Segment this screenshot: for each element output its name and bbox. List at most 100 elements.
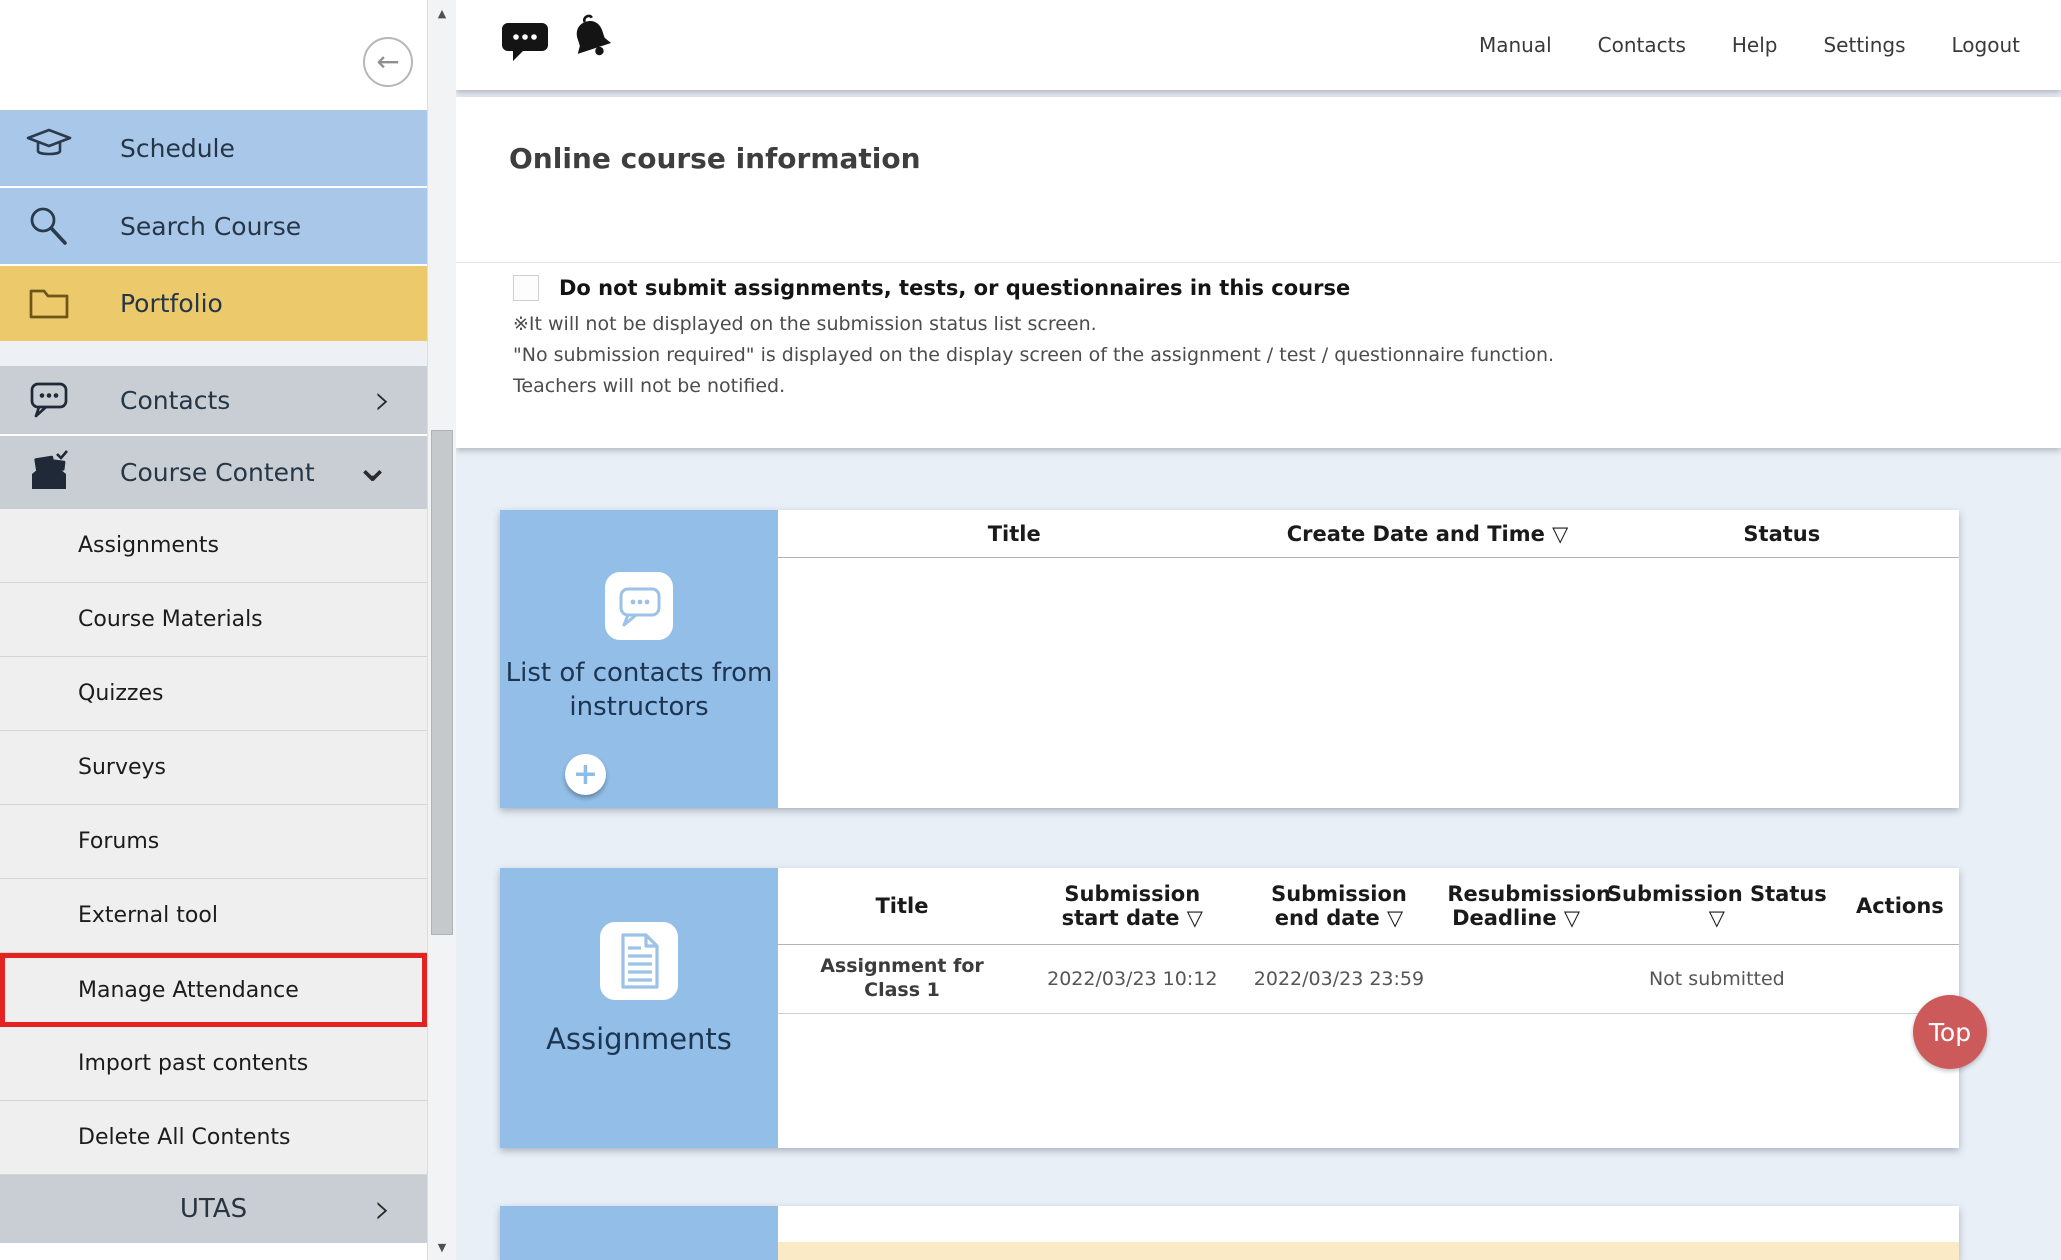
- sidebar-item-search-course[interactable]: Search Course: [0, 188, 427, 266]
- col-title: Title: [778, 894, 1026, 918]
- cell-title: Assignment for Class 1: [778, 955, 1026, 1003]
- document-icon: [600, 922, 678, 1000]
- sidebar-subitem-label: Surveys: [78, 755, 166, 780]
- divider: [456, 262, 2061, 263]
- sidebar-subitem-quizzes[interactable]: Quizzes: [0, 657, 427, 731]
- scroll-to-top-button[interactable]: Top: [1913, 995, 1987, 1069]
- col-actions: Actions: [1841, 894, 1959, 918]
- no-submit-label[interactable]: Do not submit assignments, tests, or que…: [559, 276, 1350, 300]
- scroll-up-icon[interactable]: ▲: [428, 2, 456, 24]
- sidebar-item-label: Portfolio: [120, 289, 223, 318]
- col-title: Title: [778, 522, 1250, 546]
- sidebar-subitem-assignments[interactable]: Assignments: [0, 509, 427, 583]
- contacts-card: List of contacts from instructors + Titl…: [500, 510, 1959, 808]
- sidebar-subitem-delete-all-contents[interactable]: Delete All Contents: [0, 1101, 427, 1175]
- add-contact-button[interactable]: +: [565, 754, 606, 795]
- assignments-panel-label: Assignments: [546, 1022, 732, 1056]
- no-submit-checkbox[interactable]: [513, 275, 539, 301]
- col-resubmission-sortable[interactable]: Resubmission Deadline ▽: [1439, 882, 1593, 930]
- page-title: Online course information: [509, 142, 921, 175]
- content-area: List of contacts from instructors + Titl…: [456, 448, 2061, 1260]
- contacts-table-header: Title Create Date and Time ▽ Status: [778, 510, 1959, 558]
- sidebar-subitem-label: Forums: [78, 829, 159, 854]
- assignments-table: Title Submission start date ▽ Submission…: [778, 868, 1959, 1148]
- sidebar-item-course-content[interactable]: Course Content ⌄: [0, 436, 427, 509]
- assignment-row: Assignment for Class 1 2022/03/23 10:12 …: [778, 945, 1959, 1014]
- sidebar-subitem-course-materials[interactable]: Course Materials: [0, 583, 427, 657]
- notes-block: ※It will not be displayed on the submiss…: [513, 309, 1554, 402]
- sidebar-item-portfolio[interactable]: Portfolio: [0, 266, 427, 341]
- col-create-date-sortable[interactable]: Create Date and Time ▽: [1250, 522, 1604, 546]
- sidebar-divider: [0, 341, 427, 366]
- main-area: Manual Contacts Help Settings Logout Onl…: [456, 0, 2061, 1260]
- next-section-body: [778, 1206, 1959, 1260]
- sidebar-subitem-surveys[interactable]: Surveys: [0, 731, 427, 805]
- sidebar-subitem-label: Manage Attendance: [78, 978, 299, 1003]
- notification-bell-icon[interactable]: [564, 10, 618, 66]
- nav-help[interactable]: Help: [1732, 33, 1778, 57]
- folder-icon: [24, 279, 74, 329]
- sidebar-item-contacts[interactable]: Contacts ›: [0, 366, 427, 436]
- note-line: "No submission required" is displayed on…: [513, 340, 1554, 371]
- nav-logout[interactable]: Logout: [1952, 33, 2020, 57]
- cell-end-date: 2022/03/23 23:59: [1239, 968, 1440, 990]
- sidebar-item-label: Course Content: [120, 458, 315, 487]
- contacts-panel: List of contacts from instructors +: [500, 510, 778, 808]
- sidebar-item-utas[interactable]: UTAS ›: [0, 1175, 427, 1243]
- sidebar-subitem-label: Delete All Contents: [78, 1125, 291, 1150]
- sidebar-scrollbar[interactable]: ▲ ▼: [427, 0, 456, 1260]
- col-submission-end-sortable[interactable]: Submission end date ▽: [1239, 882, 1440, 930]
- assignments-card: Assignments Title Submission start date …: [500, 868, 1959, 1148]
- messages-icon[interactable]: [500, 20, 550, 66]
- sidebar-item-label: Schedule: [120, 134, 235, 163]
- nav-settings[interactable]: Settings: [1823, 33, 1905, 57]
- chevron-right-icon: ›: [374, 1188, 391, 1230]
- assignments-table-header: Title Submission start date ▽ Submission…: [778, 868, 1959, 945]
- speech-bubble-icon: [605, 572, 673, 640]
- course-info-panel: Online course information Do not submit …: [456, 97, 2061, 448]
- cell-status: Not submitted: [1593, 968, 1841, 990]
- speech-bubble-icon: [24, 375, 74, 425]
- sidebar-subitem-external-tool[interactable]: External tool: [0, 879, 427, 953]
- graduation-cap-icon: [24, 123, 74, 173]
- top-header: Manual Contacts Help Settings Logout: [456, 0, 2061, 90]
- sidebar-item-label: Contacts: [120, 386, 230, 415]
- sidebar: ← Schedule Search Course: [0, 0, 427, 1260]
- note-line: ※It will not be displayed on the submiss…: [513, 309, 1554, 340]
- note-line: Teachers will not be notified.: [513, 371, 1554, 402]
- sidebar-subitem-label: Assignments: [78, 533, 219, 558]
- course-box-icon: [24, 448, 74, 498]
- nav-manual[interactable]: Manual: [1479, 33, 1552, 57]
- sidebar-subitem-import-past-contents[interactable]: Import past contents: [0, 1027, 427, 1101]
- top-button-label: Top: [1929, 1018, 1971, 1047]
- col-submission-start-sortable[interactable]: Submission start date ▽: [1026, 882, 1239, 930]
- cell-start-date: 2022/03/23 10:12: [1026, 968, 1239, 990]
- col-submission-status-sortable[interactable]: Submission Status ▽: [1593, 882, 1841, 930]
- sidebar-collapse-button[interactable]: ←: [363, 37, 413, 87]
- plus-icon: +: [573, 760, 598, 790]
- sidebar-subitem-label: Import past contents: [78, 1051, 308, 1076]
- scroll-down-icon[interactable]: ▼: [428, 1236, 456, 1258]
- assignments-panel: Assignments: [500, 868, 778, 1148]
- lms-screen: ← Schedule Search Course: [0, 0, 2061, 1260]
- col-status: Status: [1605, 522, 1959, 546]
- magnifier-icon: [24, 201, 74, 251]
- sidebar-subitem-forums[interactable]: Forums: [0, 805, 427, 879]
- no-submit-option: Do not submit assignments, tests, or que…: [513, 275, 1350, 301]
- sidebar-subitem-label: External tool: [78, 903, 218, 928]
- next-section-white-strip: [778, 1206, 1959, 1242]
- sidebar-subitem-manage-attendance[interactable]: Manage Attendance: [0, 953, 427, 1027]
- nav-contacts[interactable]: Contacts: [1598, 33, 1686, 57]
- back-arrow-icon: ←: [376, 48, 399, 76]
- sidebar-header: ←: [0, 0, 427, 110]
- chevron-right-icon: ›: [374, 379, 391, 421]
- sidebar-item-schedule[interactable]: Schedule: [0, 110, 427, 188]
- sidebar-subitem-label: Quizzes: [78, 681, 163, 706]
- chevron-down-icon: ⌄: [354, 445, 391, 489]
- sidebar-subitem-label: Course Materials: [78, 607, 263, 632]
- scrollbar-thumb[interactable]: [431, 430, 453, 935]
- contacts-panel-label: List of contacts from instructors: [500, 656, 778, 724]
- next-section-notice-bar: [778, 1242, 1959, 1260]
- top-nav: Manual Contacts Help Settings Logout: [1479, 0, 2020, 90]
- sidebar-item-label: UTAS: [180, 1194, 247, 1224]
